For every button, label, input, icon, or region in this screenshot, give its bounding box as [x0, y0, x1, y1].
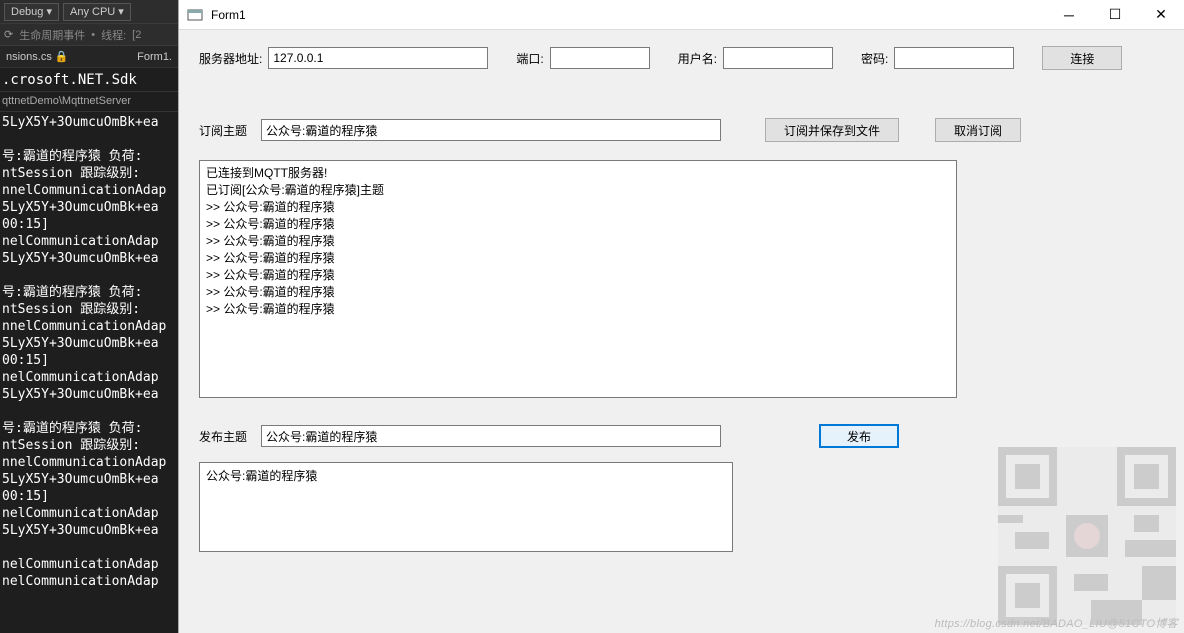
minimize-button[interactable]: ─ — [1046, 0, 1092, 30]
user-label: 用户名: — [678, 50, 717, 67]
vs-debug-toolbar: ⟳ 生命周期事件 • 线程: [2 — [0, 24, 178, 46]
unsubscribe-button[interactable]: 取消订阅 — [935, 118, 1021, 142]
vs-file-tabs: nsions.cs 🔒 Form1. — [0, 46, 178, 68]
publish-topic-input[interactable] — [261, 425, 721, 447]
port-label: 端口: — [516, 50, 543, 67]
connect-button[interactable]: 连接 — [1042, 46, 1122, 70]
window-title: Form1 — [211, 8, 1046, 22]
log-textbox[interactable]: 已连接到MQTT服务器! 已订阅[公众号:霸道的程序猿]主题 >> 公众号:霸道… — [199, 160, 957, 398]
subscribe-save-button[interactable]: 订阅并保存到文件 — [765, 118, 899, 142]
server-input[interactable] — [268, 47, 488, 69]
thread-label: 线程: — [101, 27, 126, 43]
qr-code — [998, 447, 1176, 625]
server-label: 服务器地址: — [199, 50, 262, 67]
maximize-button[interactable]: ☐ — [1092, 0, 1138, 30]
subscribe-label: 订阅主题 — [199, 122, 255, 139]
file-left[interactable]: nsions.cs — [6, 51, 52, 63]
publish-row: 发布主题 发布 — [199, 424, 1164, 448]
file-right[interactable]: Form1. — [137, 51, 172, 63]
subscribe-row: 订阅主题 订阅并保存到文件 取消订阅 — [199, 118, 1164, 142]
form1-window: Form1 ─ ☐ ✕ 服务器地址: 端口: 用户名: 密码: 连接 订阅主题 — [178, 0, 1184, 633]
lock-icon: 🔒 — [55, 51, 69, 63]
vs-output-log: 5LyX5Y+3OumcuOmBk+ea 号:霸道的程序猿 负荷: ntSess… — [0, 112, 178, 592]
watermark-text: https://blog.csdn.net/BADAO_LIU@51CTO博客 — [935, 615, 1178, 631]
publish-label: 发布主题 — [199, 428, 255, 445]
vs-code-line: .crosoft.NET.Sdk — [0, 68, 178, 92]
anycpu-dropdown[interactable]: Any CPU ▾ — [63, 3, 131, 21]
lifecycle-label: 生命周期事件 — [19, 27, 85, 43]
thread-bracket: [2 — [132, 29, 141, 41]
subscribe-topic-input[interactable] — [261, 119, 721, 141]
publish-button[interactable]: 发布 — [819, 424, 899, 448]
close-button[interactable]: ✕ — [1138, 0, 1184, 30]
vs-background-panel: Debug ▾ Any CPU ▾ ⟳ 生命周期事件 • 线程: [2 nsio… — [0, 0, 178, 633]
vs-toolbar: Debug ▾ Any CPU ▾ — [0, 0, 178, 24]
port-input[interactable] — [550, 47, 650, 69]
user-input[interactable] — [723, 47, 833, 69]
app-icon — [187, 7, 203, 23]
pwd-input[interactable] — [894, 47, 1014, 69]
pwd-label: 密码: — [861, 50, 888, 67]
debug-dropdown[interactable]: Debug ▾ — [4, 3, 59, 21]
client-area: 服务器地址: 端口: 用户名: 密码: 连接 订阅主题 订阅并保存到文件 取消订… — [179, 30, 1184, 633]
vs-path-line: qttnetDemo\MqttnetServer — [0, 92, 178, 112]
refresh-icon: ⟳ — [4, 28, 13, 41]
message-textarea[interactable] — [199, 462, 733, 552]
titlebar: Form1 ─ ☐ ✕ — [179, 0, 1184, 30]
connect-row: 服务器地址: 端口: 用户名: 密码: 连接 — [199, 46, 1164, 70]
